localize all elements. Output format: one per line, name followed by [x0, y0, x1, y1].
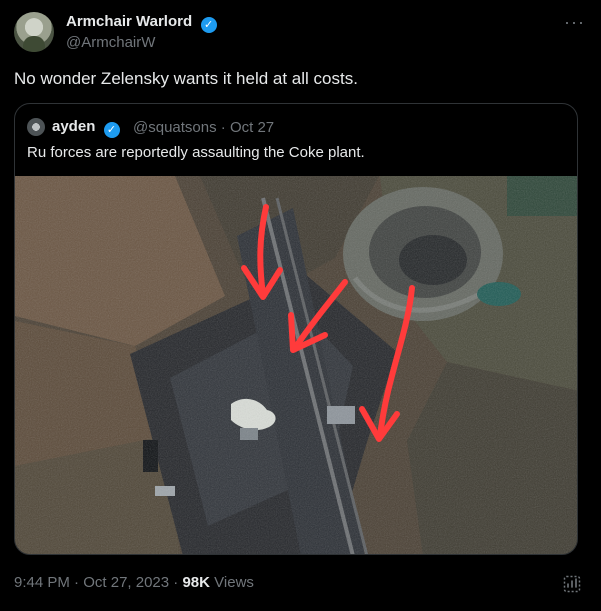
- post-time[interactable]: 9:44 PM: [14, 574, 70, 591]
- dot-separator: ·: [220, 119, 230, 136]
- quote-text: Ru forces are reportedly assaulting the …: [27, 144, 365, 161]
- quote-handle-date[interactable]: @squatsons · Oct 27: [133, 119, 274, 136]
- quote-avatar[interactable]: [27, 118, 45, 136]
- views-label: Views: [214, 574, 254, 591]
- more-options-icon[interactable]: ···: [564, 13, 585, 31]
- author-name-wrap: Armchair Warlord ✓: [66, 13, 217, 33]
- quote-verified-badge-icon: ✓: [103, 122, 120, 138]
- author-display-name[interactable]: Armchair Warlord: [66, 13, 192, 30]
- quote-handle[interactable]: @squatsons: [133, 119, 217, 136]
- post-header: Armchair Warlord ✓ @ArmchairW ···: [14, 12, 587, 56]
- author-avatar[interactable]: [14, 12, 54, 52]
- quoted-post[interactable]: ayden ✓ @squatsons · Oct 27 Ru forces ar…: [14, 103, 578, 555]
- quote-display-name[interactable]: ayden ✓: [52, 118, 120, 138]
- analytics-icon[interactable]: [563, 575, 581, 593]
- post-date[interactable]: Oct 27, 2023: [83, 574, 169, 591]
- footer-dot-1: ·: [74, 574, 84, 591]
- post-text: No wonder Zelensky wants it held at all …: [14, 69, 358, 88]
- quote-date[interactable]: Oct 27: [230, 119, 274, 136]
- post-footer: 9:44 PM · Oct 27, 2023 · 98K Views: [14, 574, 254, 591]
- quote-display-name-text[interactable]: ayden: [52, 118, 95, 135]
- views-count: 98K: [182, 574, 210, 591]
- satellite-image[interactable]: [15, 176, 578, 555]
- verified-badge-icon: ✓: [200, 17, 217, 33]
- author-handle[interactable]: @ArmchairW: [66, 34, 155, 51]
